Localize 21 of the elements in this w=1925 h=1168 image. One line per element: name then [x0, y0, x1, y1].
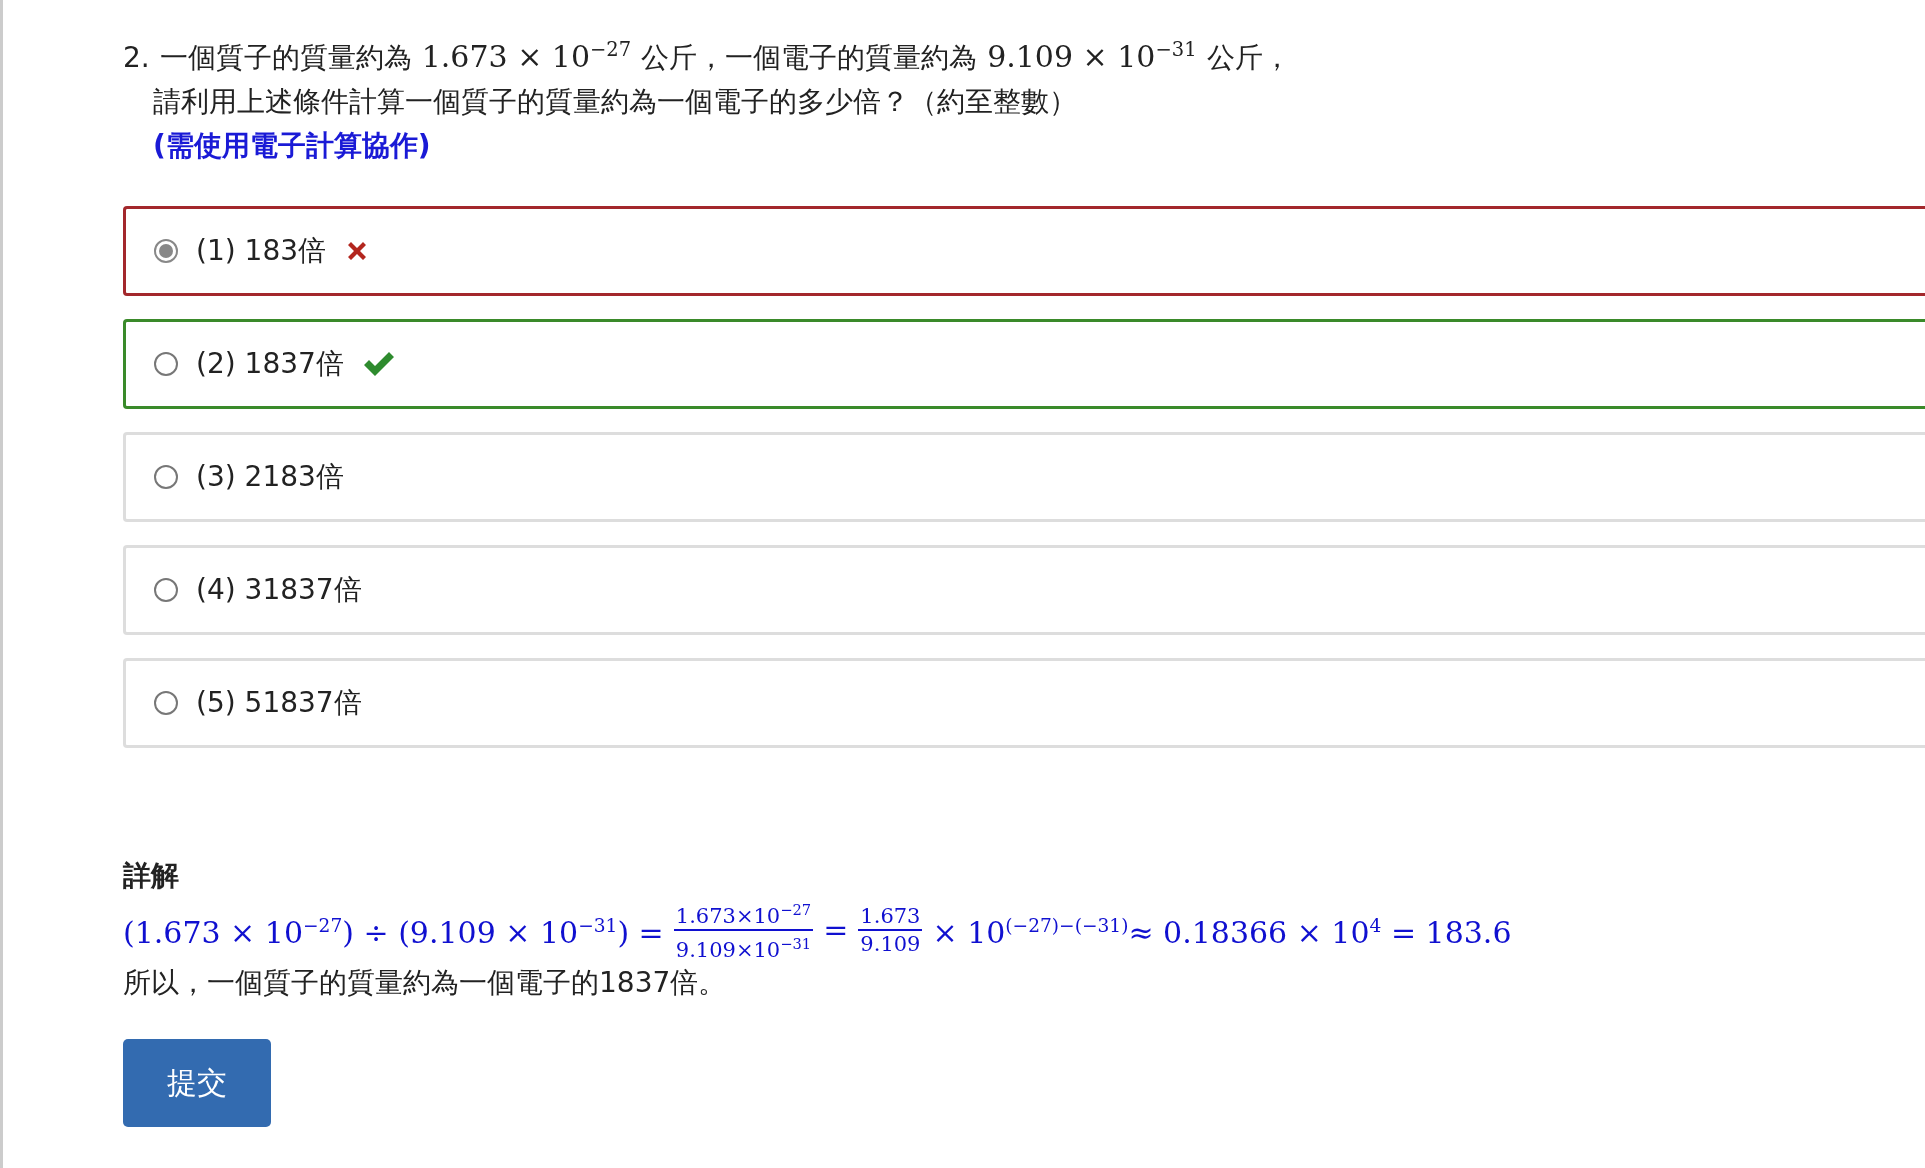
answer-option[interactable]: (1) 183倍: [123, 206, 1925, 296]
conclusion-text: 所以，一個質子的質量約為一個電子的1837倍。: [123, 965, 728, 1001]
option-label: (4) 31837倍: [196, 572, 362, 608]
answer-option[interactable]: (5) 51837倍: [123, 658, 1925, 748]
option-label: (5) 51837倍: [196, 685, 362, 721]
answer-option[interactable]: (2) 1837倍: [123, 319, 1925, 409]
question-text: 2. 一個質子的質量約為 1.673 × 10$^{−27}$ 公斤，一個電子的質量約為 9.109 × 10$^{−31}$ 公斤，: [123, 37, 1292, 76]
answer-option[interactable]: (3) 2183倍: [123, 432, 1925, 522]
question-text: 請利用上述條件計算一個質子的質量約為一個電子的多少倍？（約至整數）: [152, 84, 1078, 120]
hint-text: (需使用電子計算協作): [152, 128, 432, 164]
option-label: (2) 1837倍: [196, 346, 344, 382]
submit-button[interactable]: 提交: [123, 1039, 271, 1127]
option-label: (3) 2183倍: [196, 459, 344, 495]
radio-button[interactable]: [154, 578, 178, 602]
solution-heading: 詳解: [123, 858, 180, 894]
radio-button[interactable]: [154, 239, 178, 263]
radio-button[interactable]: [154, 691, 178, 715]
radio-button[interactable]: [154, 352, 178, 376]
option-label: (1) 183倍: [196, 233, 326, 269]
radio-button[interactable]: [154, 465, 178, 489]
answer-option[interactable]: (4) 31837倍: [123, 545, 1925, 635]
